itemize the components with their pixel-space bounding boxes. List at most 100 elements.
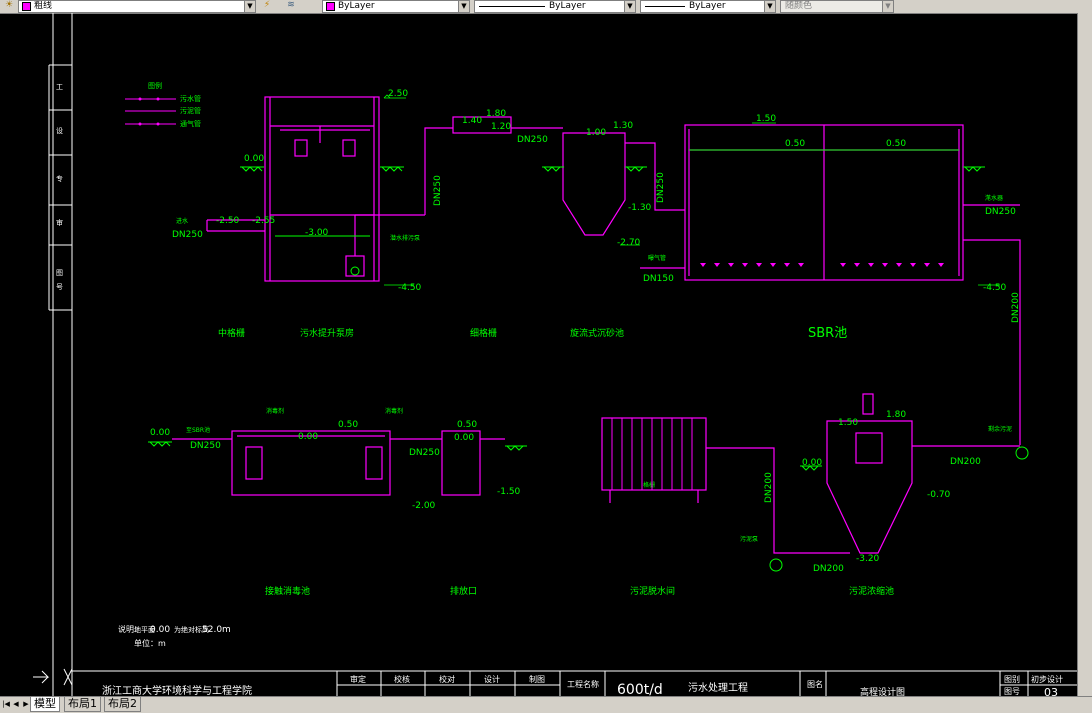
note-level: 52.0m	[202, 625, 231, 635]
svg-text:号: 号	[56, 283, 63, 291]
color-swatch	[22, 2, 31, 11]
legend-item: 通气管	[180, 119, 201, 128]
level-label: -1.30	[628, 203, 652, 213]
layer-state-icon[interactable]: ☀	[2, 0, 16, 11]
level-label: 0.00	[298, 432, 318, 442]
role-label: 设计	[484, 674, 500, 684]
ground-markers	[148, 166, 985, 471]
linetype2-dropdown[interactable]: ByLayer ▼	[474, 0, 636, 13]
role-label: 审定	[350, 674, 366, 684]
unit-name: 旋流式沉砂池	[570, 327, 624, 339]
annotations: 进水 潜水排污泵 曝气管 滗水器 剩余污泥 污泥泵 格栅 至SBR池 消毒剂 消…	[176, 194, 1012, 543]
unit-name: 接触消毒池	[265, 585, 310, 597]
chevron-down-icon: ▼	[882, 1, 893, 12]
linetype-dropdown-value: 粗线	[34, 1, 53, 11]
level-label: -3.00	[305, 228, 329, 238]
side-stamp: 工设专 审图号	[56, 83, 63, 291]
pipe-label: DN250	[433, 175, 443, 206]
level-label: 1.50	[838, 418, 858, 428]
level-label: 0.50	[457, 420, 477, 430]
first-tab-icon[interactable]: |◀	[2, 699, 10, 710]
svg-text:图: 图	[56, 269, 63, 277]
unit-name: 污水提升泵房	[300, 327, 354, 339]
note: 污泥泵	[740, 535, 758, 543]
legend: 图例 污水管 污泥管 通气管	[125, 81, 201, 128]
role-label: 校对	[439, 674, 455, 684]
chevron-down-icon[interactable]: ▼	[458, 1, 469, 12]
unit-name: 细格栅	[470, 327, 497, 339]
pipe-label: DN250	[656, 172, 666, 203]
next-tab-icon[interactable]: ▶	[22, 699, 30, 710]
role-label: 制图	[529, 674, 545, 684]
layer-previous-icon[interactable]: ≋	[284, 0, 298, 11]
note: 曝气管	[648, 254, 666, 262]
unit-name: 排放口	[450, 585, 477, 597]
level-label: -4.50	[983, 283, 1007, 293]
type-label: 图别	[1004, 675, 1020, 684]
pipeline-top	[424, 116, 1021, 445]
chevron-down-icon[interactable]: ▼	[764, 1, 775, 12]
pipe-label: DN250	[409, 448, 440, 458]
level-label: 0.00	[802, 458, 822, 468]
water-lines	[275, 149, 959, 237]
note-unit: 单位：m	[134, 638, 166, 648]
svg-text:审: 审	[56, 218, 63, 227]
vertical-scrollbar[interactable]	[1077, 13, 1092, 696]
level-label: -2.50	[216, 216, 240, 226]
level-label: 0.50	[785, 139, 805, 149]
level-label: 0.50	[886, 139, 906, 149]
level-label: 0.00	[244, 154, 264, 164]
unit-names: 中格栅 污水提升泵房 细格栅 旋流式沉砂池 SBR池 接触消毒池 排放口 污泥脱…	[218, 326, 894, 597]
aeration-diffusers	[700, 263, 944, 267]
level-label: -0.70	[927, 490, 951, 500]
prev-tab-icon[interactable]: ◀	[12, 699, 20, 710]
linetype-dropdown[interactable]: 粗线 ▼	[18, 0, 256, 13]
level-label: 1.00	[586, 128, 606, 138]
level-label: 1.80	[486, 109, 506, 119]
line-sample	[479, 6, 545, 7]
level-label: -4.50	[398, 283, 422, 293]
pipe-label: DN250	[517, 135, 548, 145]
pump-symbols	[350, 266, 1029, 572]
plotstyle-dropdown-value: 随颜色	[785, 1, 813, 11]
level-label: -2.00	[412, 501, 436, 511]
color-dropdown[interactable]: ByLayer ▼	[322, 0, 470, 13]
drawing-name: 高程设计图	[860, 686, 905, 696]
project-name: 600t/d	[617, 682, 663, 696]
chevron-down-icon[interactable]: ▼	[244, 1, 255, 12]
no-label: 图号	[1004, 687, 1020, 696]
level-label: -1.50	[497, 487, 521, 497]
chevron-down-icon[interactable]: ▼	[624, 1, 635, 12]
general-notes: 说明： 地平面 0.00 为绝对标高 52.0m 单位：m	[118, 624, 231, 648]
note: 格栅	[643, 481, 655, 489]
plotstyle-dropdown: 随颜色 ▼	[780, 0, 894, 13]
tab-layout2[interactable]: 布局2	[104, 697, 141, 712]
level-label: 0.00	[454, 433, 474, 443]
unit-name: 中格栅	[218, 327, 245, 339]
level-label: -3.20	[856, 554, 880, 564]
level-label: 1.80	[886, 410, 906, 420]
note: 消毒剂	[266, 407, 284, 415]
lineweight-dropdown-value: ByLayer	[689, 1, 726, 11]
note: 消毒剂	[385, 407, 403, 415]
make-current-layer-icon[interactable]: ⚡	[260, 0, 274, 11]
pipe-label: DN250	[172, 230, 203, 240]
level-label: -2.70	[617, 238, 641, 248]
tab-model[interactable]: 模型	[30, 697, 60, 712]
note: 潜水排污泵	[390, 234, 420, 242]
hatch-lines	[611, 418, 693, 490]
no-value: 03	[1044, 686, 1058, 696]
drawing-frame	[48, 13, 1077, 696]
tab-layout1[interactable]: 布局1	[64, 697, 101, 712]
line-sample	[645, 6, 685, 7]
drawing-canvas[interactable]: 工设专 审图号 图例 污水管 污泥管 通气管 2.50 0.00 -2.50 -…	[0, 13, 1077, 696]
pipe-label: DN150	[643, 274, 674, 284]
level-label: 1.30	[613, 121, 633, 131]
properties-toolbar: ☀ 粗线 ▼ ⚡ ≋ ByLayer ▼ ByLayer ▼ ByLayer ▼…	[0, 0, 1092, 14]
pipe-label: DN250	[190, 441, 221, 451]
legend-title: 图例	[148, 81, 162, 90]
level-label: 1.20	[491, 122, 511, 132]
pipe-label: DN250	[985, 207, 1016, 217]
lineweight-dropdown[interactable]: ByLayer ▼	[640, 0, 776, 13]
layout-tabs: |◀ ◀ ▶ 模型 布局1 布局2	[0, 696, 1092, 713]
